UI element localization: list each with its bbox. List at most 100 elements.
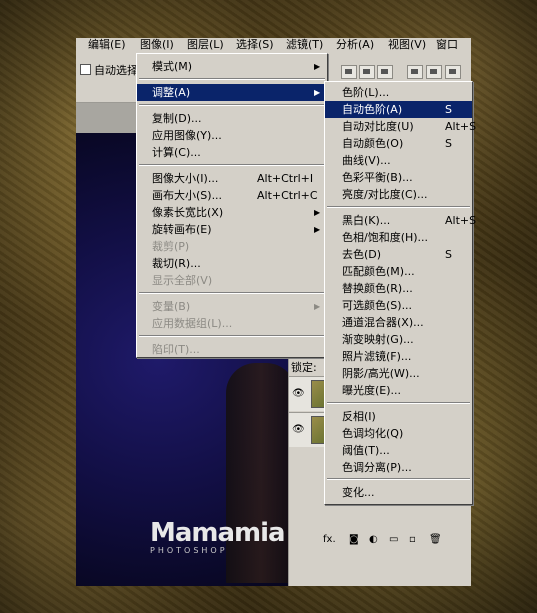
menu-item[interactable]: 渐变映射(G)...: [325, 331, 472, 348]
distribute-vcenter-icon[interactable]: [426, 65, 442, 79]
menu-item[interactable]: 色阶(L)...: [325, 84, 472, 101]
menu-item-label: 渐变映射(G)...: [342, 333, 414, 346]
menu-item[interactable]: 模式(M) ▶: [137, 58, 327, 75]
lock-label: 锁定:: [291, 361, 317, 374]
menu-item[interactable]: 色调分离(P)...: [325, 459, 472, 476]
menu-item[interactable]: 阴影/高光(W)...: [325, 365, 472, 382]
menu-item[interactable]: 通道混合器(X)...: [325, 314, 472, 331]
align-top-icon[interactable]: [341, 65, 357, 79]
menu-item[interactable]: 复制(D)...: [137, 110, 327, 127]
menu-item[interactable]: 像素长宽比(X) ▶: [137, 204, 327, 221]
menu-item: 应用数据组(L)...: [137, 315, 327, 332]
menu-separator: [327, 478, 470, 480]
menu-item-shortcut: Alt+Ctrl+C: [257, 189, 318, 202]
trash-icon[interactable]: 🗑: [429, 534, 442, 545]
menu-item[interactable]: 画布大小(S)... Alt+Ctrl+C: [137, 187, 327, 204]
menu-item[interactable]: 色调均化(Q): [325, 425, 472, 442]
menu-item-shortcut: S: [445, 137, 452, 150]
menu-item-label: 自动颜色(O): [342, 137, 404, 150]
menu-item-label: 替换颜色(R)...: [342, 282, 413, 295]
align-bottom-icon[interactable]: [377, 65, 393, 79]
distribute-bottom-icon[interactable]: [445, 65, 461, 79]
menu-item-shortcut: S: [445, 103, 452, 116]
menu-item-label: 旋转画布(E): [152, 223, 212, 236]
menu-item[interactable]: 旋转画布(E) ▶: [137, 221, 327, 238]
distribute-top-icon[interactable]: [407, 65, 423, 79]
menu-edit[interactable]: 编辑(E): [88, 38, 126, 52]
menu-item-shortcut: Alt+Ctrl+I: [257, 172, 314, 185]
mask-icon[interactable]: ◙: [349, 534, 359, 545]
submenu-arrow-icon: ▶: [314, 62, 321, 71]
menu-item[interactable]: 曲线(V)...: [325, 152, 472, 169]
menu-select[interactable]: 选择(S): [236, 38, 274, 52]
adjustment-layer-icon[interactable]: ◐: [369, 534, 378, 545]
menu-item[interactable]: 可选颜色(S)...: [325, 297, 472, 314]
group-icon[interactable]: ▭: [389, 534, 398, 545]
menu-separator: [139, 104, 325, 106]
menu-item[interactable]: 裁切(R)...: [137, 255, 327, 272]
menu-item[interactable]: 调整(A) ▶: [137, 84, 327, 101]
menu-item-label: 裁剪(P): [152, 240, 190, 253]
menu-item-label: 色调均化(Q): [342, 427, 404, 440]
menu-item[interactable]: 匹配颜色(M)...: [325, 263, 472, 280]
submenu-arrow-icon: ▶: [314, 208, 321, 217]
menu-item-label: 阴影/高光(W)...: [342, 367, 420, 380]
menu-separator: [139, 292, 325, 294]
menu-item[interactable]: 自动色阶(A) S: [325, 101, 472, 118]
new-layer-icon[interactable]: ▫: [409, 534, 416, 545]
menu-item-label: 亮度/对比度(C)...: [342, 188, 428, 201]
menu-item[interactable]: 计算(C)...: [137, 144, 327, 161]
menu-item-label: 调整(A): [152, 86, 191, 99]
menu-view[interactable]: 视图(V): [388, 38, 426, 52]
eye-icon[interactable]: 👁: [292, 424, 305, 435]
menu-item-label: 模式(M): [152, 60, 193, 73]
menu-item[interactable]: 曝光度(E)...: [325, 382, 472, 399]
menu-image[interactable]: 图像(I): [140, 38, 174, 52]
menu-item-label: 画布大小(S)...: [152, 189, 223, 202]
menu-item[interactable]: 照片滤镜(F)...: [325, 348, 472, 365]
menu-item-label: 自动色阶(A): [342, 103, 403, 116]
menu-item[interactable]: 反相(I): [325, 408, 472, 425]
menu-analysis[interactable]: 分析(A): [336, 38, 374, 52]
menu-item-label: 黑白(K)...: [342, 214, 391, 227]
menu-item-label: 应用数据组(L)...: [152, 317, 233, 330]
eye-icon[interactable]: 👁: [292, 388, 305, 399]
auto-select-label: 自动选择: [94, 64, 138, 77]
watermark-main: Mamamia: [150, 518, 286, 548]
menu-item-label: 匹配颜色(M)...: [342, 265, 415, 278]
menu-item-label: 可选颜色(S)...: [342, 299, 413, 312]
menu-item[interactable]: 色相/饱和度(H)...: [325, 229, 472, 246]
menu-item[interactable]: 色彩平衡(B)...: [325, 169, 472, 186]
menu-window[interactable]: 窗口: [436, 38, 458, 52]
menu-item-shortcut: S: [445, 248, 452, 261]
menu-item-label: 去色(D): [342, 248, 382, 261]
menu-filter[interactable]: 滤镜(T): [286, 38, 323, 52]
fx-button[interactable]: fx.: [323, 534, 336, 545]
menu-item: 显示全部(V): [137, 272, 327, 289]
menu-layer[interactable]: 图层(L): [187, 38, 224, 52]
menu-item[interactable]: 阈值(T)...: [325, 442, 472, 459]
menu-separator: [327, 402, 470, 404]
menu-item-label: 陷印(T)...: [152, 343, 200, 356]
menu-item[interactable]: 去色(D) S: [325, 246, 472, 263]
menu-item-label: 变化...: [342, 486, 375, 499]
menu-item-label: 阈值(T)...: [342, 444, 390, 457]
menu-item[interactable]: 自动颜色(O) S: [325, 135, 472, 152]
menu-item[interactable]: 图像大小(I)... Alt+Ctrl+I: [137, 170, 327, 187]
menu-item-label: 像素长宽比(X): [152, 206, 224, 219]
menu-separator: [139, 335, 325, 337]
adjustments-submenu: 色阶(L)... 自动色阶(A) S 自动对比度(U) Alt+S 自动颜色(O) S 曲线(…: [324, 81, 476, 505]
submenu-arrow-icon: ▶: [314, 88, 321, 97]
menu-item[interactable]: 亮度/对比度(C)...: [325, 186, 472, 203]
menu-item[interactable]: 变化...: [325, 484, 472, 501]
menu-item[interactable]: 自动对比度(U) Alt+S: [325, 118, 476, 135]
menu-item[interactable]: 替换颜色(R)...: [325, 280, 472, 297]
menu-separator: [139, 78, 325, 80]
menu-separator: [327, 206, 470, 208]
menu-item[interactable]: 应用图像(Y)...: [137, 127, 327, 144]
auto-select-checkbox[interactable]: [80, 64, 91, 75]
watermark-logo: Mamamia PHOTOSHOP: [150, 518, 286, 556]
align-vcenter-icon[interactable]: [359, 65, 375, 79]
menu-item-label: 色彩平衡(B)...: [342, 171, 413, 184]
menu-item[interactable]: 黑白(K)... Alt+S: [325, 212, 476, 229]
